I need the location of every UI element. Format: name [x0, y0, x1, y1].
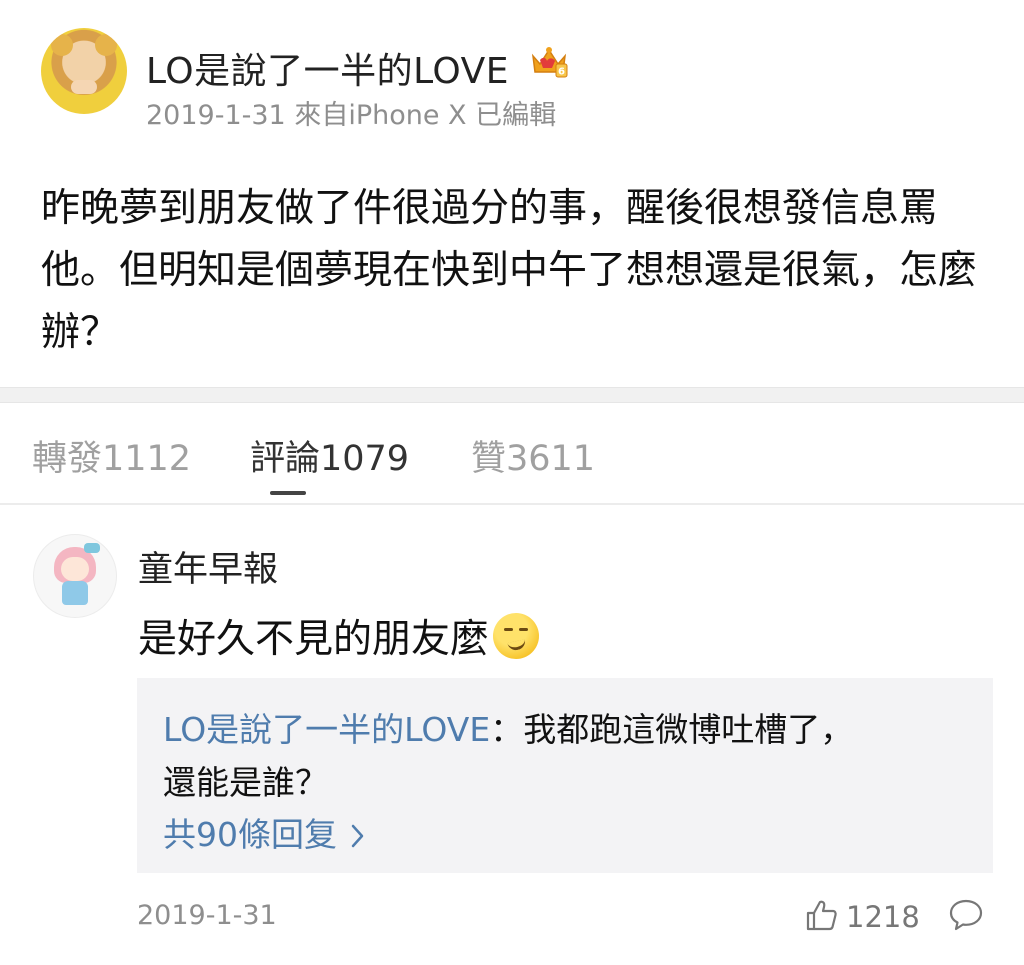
section-divider: [0, 387, 1024, 403]
thumbs-up-icon[interactable]: [804, 898, 838, 932]
reply-line-2: 還能是誰？: [163, 763, 328, 802]
view-replies-label: 共90條回复: [163, 815, 337, 854]
chevron-right-icon: [351, 824, 363, 848]
reply-line-1: LO是說了一半的LOVE：我都跑這微博吐槽了，: [163, 703, 853, 751]
comment-text-content: 是好久不見的朋友麼: [138, 617, 490, 662]
post-meta: 2019-1-31 來自iPhone X 已編輯: [146, 100, 557, 131]
tab-likes[interactable]: 贊3611: [471, 430, 595, 481]
tabs-divider: [0, 503, 1024, 505]
post-avatar[interactable]: [41, 28, 127, 114]
reply-text-1: ：我都跑這微博吐槽了，: [490, 710, 854, 749]
svg-text:6: 6: [558, 67, 565, 78]
post-username[interactable]: LO是說了一半的LOVE: [146, 42, 509, 94]
smirk-emoji: [493, 613, 540, 659]
comment-username[interactable]: 童年早報: [138, 541, 278, 592]
like-count: 1218: [846, 900, 920, 934]
comment-date: 2019-1-31: [137, 900, 277, 931]
tab-reposts[interactable]: 轉發1112: [32, 430, 191, 481]
tab-comments[interactable]: 評論1079: [250, 430, 409, 481]
post-text: 昨晚夢到朋友做了件很過分的事，醒後很想發信息罵他。但明知是個夢現在快到中午了想想…: [41, 186, 978, 355]
crown-badge-icon: 6: [531, 47, 568, 78]
comment-avatar[interactable]: [33, 534, 117, 618]
comment-bubble-icon[interactable]: [948, 898, 984, 932]
active-tab-indicator: [270, 491, 306, 495]
comment-text: 是好久不見的朋友麼: [138, 608, 540, 664]
view-replies-link[interactable]: 共90條回复: [163, 808, 366, 856]
reply-author-link[interactable]: LO是說了一半的LOVE: [163, 710, 490, 749]
